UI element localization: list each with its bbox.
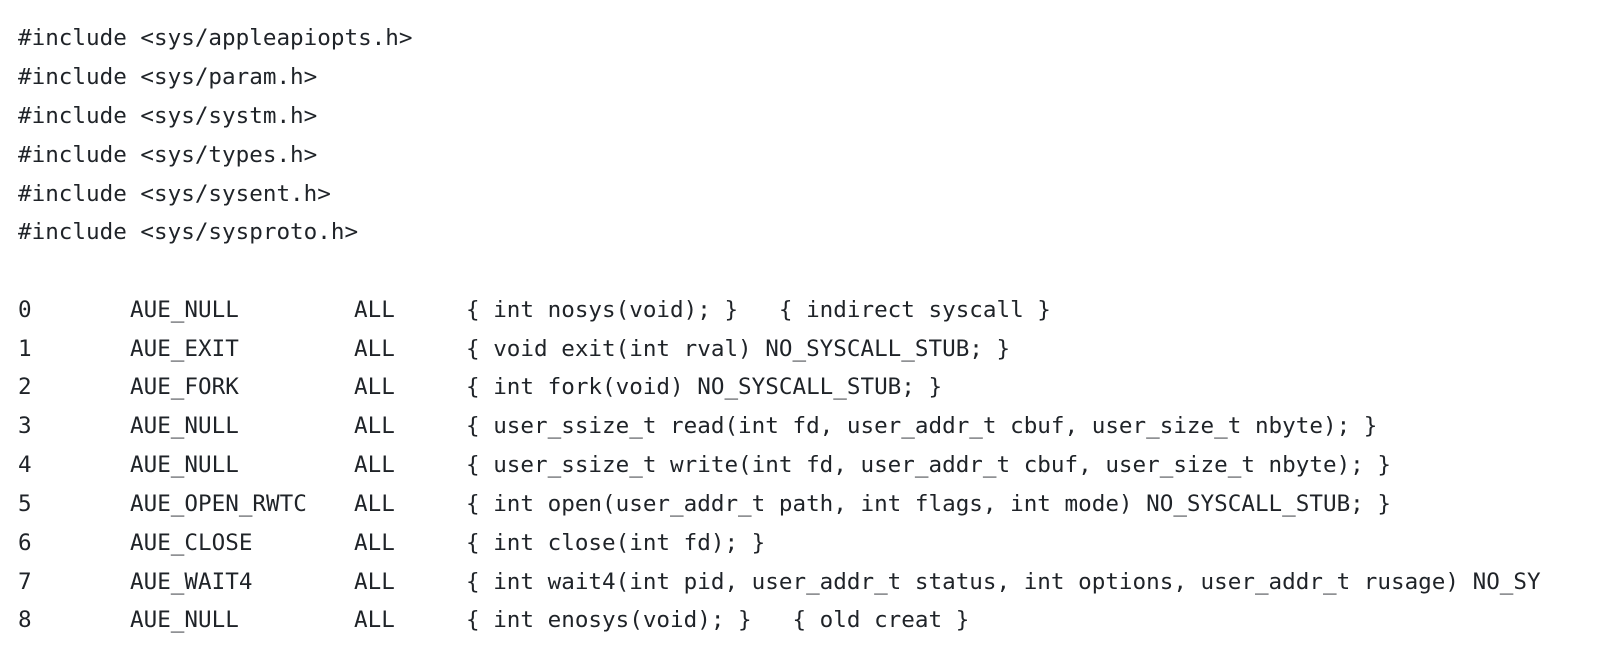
syscall-row: 6 AUE_CLOSE ALL { int close(int fd); } <box>0 524 765 563</box>
syscall-files: ALL <box>354 607 395 633</box>
syscall-declaration: { user_ssize_t read(int fd, user_addr_t … <box>466 413 1378 439</box>
syscall-declaration: { int open(user_addr_t path, int flags, … <box>466 491 1391 517</box>
syscall-files: ALL <box>354 491 395 517</box>
syscall-declaration: { int nosys(void); } { indirect syscall … <box>466 297 1051 323</box>
syscall-declaration: { int fork(void) NO_SYSCALL_STUB; } <box>466 374 943 400</box>
syscall-number: 5 <box>18 491 32 517</box>
syscall-number: 1 <box>18 336 32 362</box>
syscall-number: 8 <box>18 607 32 633</box>
syscall-audit-event: AUE_NULL <box>130 452 239 478</box>
syscall-audit-event: AUE_NULL <box>130 607 239 633</box>
syscall-audit-event: AUE_NULL <box>130 297 239 323</box>
syscall-number: 3 <box>18 413 32 439</box>
include-line: #include <sys/systm.h> <box>18 103 318 129</box>
syscall-number: 0 <box>18 297 32 323</box>
syscall-number: 4 <box>18 452 32 478</box>
syscall-row: 2 AUE_FORK ALL { int fork(void) NO_SYSCA… <box>0 368 942 407</box>
syscall-number: 6 <box>18 530 32 556</box>
include-line: #include <sys/sysent.h> <box>18 181 331 207</box>
syscall-declaration: { void exit(int rval) NO_SYSCALL_STUB; } <box>466 336 1011 362</box>
syscall-audit-event: AUE_FORK <box>130 374 239 400</box>
syscall-row: 1 AUE_EXIT ALL { void exit(int rval) NO_… <box>0 330 1010 369</box>
syscall-files: ALL <box>354 452 395 478</box>
include-line: #include <sys/param.h> <box>18 64 318 90</box>
syscall-number: 7 <box>18 569 32 595</box>
syscall-files: ALL <box>354 413 395 439</box>
syscall-audit-event: AUE_CLOSE <box>130 530 253 556</box>
syscall-files: ALL <box>354 569 395 595</box>
syscall-files: ALL <box>354 530 395 556</box>
syscall-row: 8 AUE_NULL ALL { int enosys(void); } { o… <box>0 601 969 640</box>
syscall-audit-event: AUE_WAIT4 <box>130 569 253 595</box>
include-line: #include <sys/types.h> <box>18 142 318 168</box>
syscall-row: 3 AUE_NULL ALL { user_ssize_t read(int f… <box>0 407 1377 446</box>
syscall-row: 7 AUE_WAIT4 ALL { int wait4(int pid, use… <box>0 563 1541 602</box>
syscall-number: 2 <box>18 374 32 400</box>
syscall-row: 4 AUE_NULL ALL { user_ssize_t write(int … <box>0 446 1391 485</box>
include-line: #include <sys/appleapiopts.h> <box>18 25 413 51</box>
syscall-declaration: { int close(int fd); } <box>466 530 766 556</box>
syscall-audit-event: AUE_OPEN_RWTC <box>130 491 307 517</box>
syscall-files: ALL <box>354 374 395 400</box>
syscall-declaration: { int enosys(void); } { old creat } <box>466 607 970 633</box>
syscall-audit-event: AUE_NULL <box>130 413 239 439</box>
syscall-row: 0 AUE_NULL ALL { int nosys(void); } { in… <box>0 291 1051 330</box>
include-line: #include <sys/sysproto.h> <box>18 219 359 245</box>
syscall-declaration: { int wait4(int pid, user_addr_t status,… <box>466 569 1541 595</box>
syscall-audit-event: AUE_EXIT <box>130 336 239 362</box>
syscall-files: ALL <box>354 336 395 362</box>
syscall-row: 5 AUE_OPEN_RWTC ALL { int open(user_addr… <box>0 485 1391 524</box>
code-view: #include <sys/appleapiopts.h> #include <… <box>0 0 1614 666</box>
syscall-files: ALL <box>354 297 395 323</box>
syscall-declaration: { user_ssize_t write(int fd, user_addr_t… <box>466 452 1391 478</box>
